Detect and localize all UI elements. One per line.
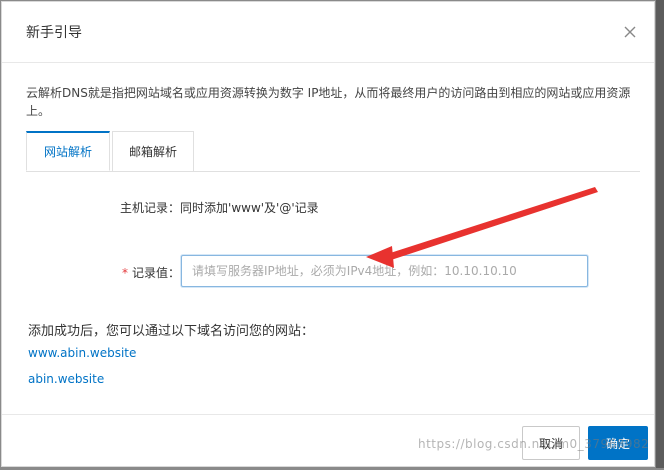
annotation-arrow [366, 187, 598, 268]
tab-mail-resolution[interactable]: 邮箱解析 [112, 131, 194, 171]
intro-text: 云解析DNS就是指把网站域名或应用资源转换为数字 IP地址，从而将最终用户的访问… [26, 86, 631, 118]
arrow-shaft [384, 187, 598, 261]
dialog-header: 新手引导 [2, 2, 654, 63]
record-value-input[interactable] [181, 255, 588, 287]
close-icon [624, 26, 636, 38]
close-button[interactable] [618, 20, 642, 44]
success-note: 添加成功后，您可以通过以下域名访问您的网站： [28, 324, 315, 339]
guide-dialog: 新手引导 云解析DNS就是指把网站域名或应用资源转换为数字 IP地址，从而将最终… [1, 1, 655, 467]
confirm-button[interactable]: 确定 [588, 426, 648, 460]
record-value-label: 记录值： [132, 266, 181, 280]
domain-link-root[interactable]: abin.website [28, 372, 104, 386]
host-record-row: 主机记录：同时添加'www'及'@'记录 [120, 199, 319, 216]
host-record-label: 主机记录： [120, 201, 181, 215]
page-backdrop [656, 0, 664, 468]
host-record-value: 同时添加'www'及'@'记录 [180, 201, 319, 215]
dialog-title: 新手引导 [26, 25, 82, 41]
record-value-label-row: * 记录值： [122, 264, 180, 281]
required-marker: * [122, 266, 128, 280]
cancel-button[interactable]: 取消 [522, 426, 580, 460]
dialog-footer: 取消 确定 [2, 414, 654, 469]
tab-website-resolution[interactable]: 网站解析 [26, 131, 110, 171]
domain-link-www[interactable]: www.abin.website [28, 346, 136, 360]
tab-bar: 网站解析 邮箱解析 [26, 131, 640, 172]
